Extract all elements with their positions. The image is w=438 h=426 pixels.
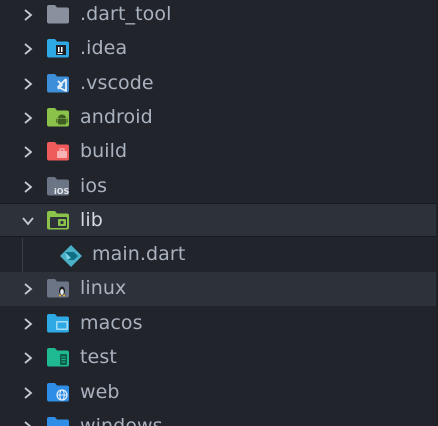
tree-item-label: web [80, 381, 120, 403]
dart-file-icon [58, 243, 84, 269]
folder-vscode-icon [46, 73, 70, 94]
tree-item-android[interactable]: android [0, 101, 438, 135]
tree-item-main-dart[interactable]: main.dart [0, 238, 438, 272]
folder-lib-open-icon [46, 210, 70, 231]
tree-item-idea[interactable]: .idea [0, 32, 438, 66]
file-explorer-tree: .dart_tool .idea .vscode android build i… [0, 0, 438, 426]
tree-item-web[interactable]: web [0, 376, 438, 410]
folder-test-icon [46, 347, 70, 368]
folder-android-icon [46, 107, 70, 128]
chevron-right-icon[interactable] [21, 282, 35, 296]
folder-linux-icon [46, 278, 70, 299]
tree-item-label: .dart_tool [80, 3, 172, 25]
tree-item-label: windows [80, 415, 163, 426]
chevron-down-icon[interactable] [21, 214, 35, 228]
chevron-right-icon[interactable] [21, 351, 35, 365]
tree-item-linux[interactable]: linux [0, 272, 438, 306]
tree-item-dart-tool[interactable]: .dart_tool [0, 0, 438, 32]
chevron-right-icon[interactable] [21, 420, 35, 426]
folder-icon [46, 4, 70, 25]
chevron-right-icon[interactable] [21, 145, 35, 159]
tree-item-label: ios [80, 175, 108, 197]
tree-item-label: test [80, 346, 117, 368]
folder-macos-icon [46, 313, 70, 334]
chevron-right-icon[interactable] [21, 42, 35, 56]
tree-item-vscode[interactable]: .vscode [0, 67, 438, 101]
chevron-right-icon[interactable] [21, 111, 35, 125]
tree-item-lib[interactable]: lib [0, 203, 438, 237]
svg-text:iOS: iOS [54, 187, 70, 196]
tree-item-build[interactable]: build [0, 135, 438, 169]
tree-item-label: .idea [80, 37, 128, 59]
folder-intellij-icon [46, 38, 70, 59]
folder-build-icon [46, 141, 70, 162]
folder-ios-icon: iOS [46, 176, 70, 197]
tree-item-ios[interactable]: iOS ios [0, 170, 438, 204]
chevron-right-icon[interactable] [21, 317, 35, 331]
tree-item-label: lib [80, 209, 103, 231]
tree-item-windows[interactable]: windows [0, 410, 438, 426]
tree-item-test[interactable]: test [0, 341, 438, 375]
tree-item-macos[interactable]: macos [0, 307, 438, 341]
folder-windows-icon [46, 416, 70, 426]
chevron-right-icon[interactable] [21, 180, 35, 194]
chevron-right-icon[interactable] [21, 77, 35, 91]
chevron-right-icon[interactable] [21, 8, 35, 22]
tree-item-label: build [80, 140, 128, 162]
chevron-right-icon[interactable] [21, 386, 35, 400]
tree-item-label: main.dart [92, 243, 186, 265]
tree-item-label: linux [80, 277, 127, 299]
folder-web-icon [46, 382, 70, 403]
tree-item-label: android [80, 106, 153, 128]
tree-item-label: macos [80, 312, 143, 334]
tree-item-label: .vscode [80, 72, 154, 94]
